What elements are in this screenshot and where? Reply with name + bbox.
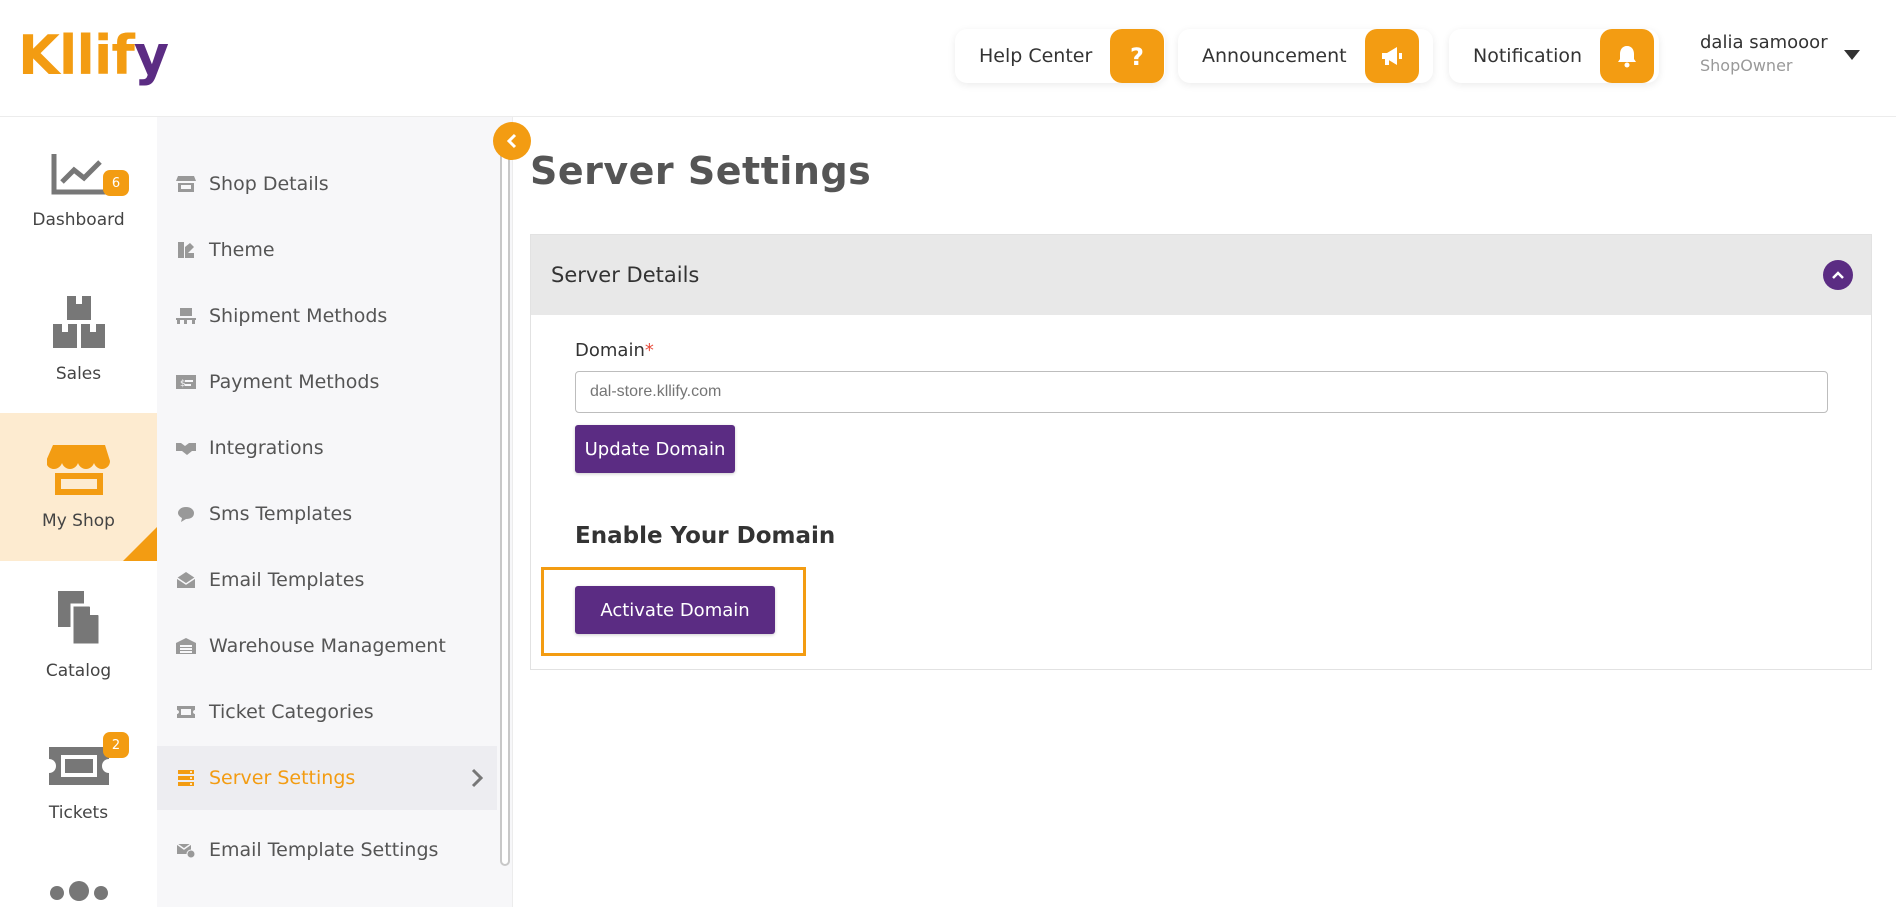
rail-item-more[interactable] [0,857,157,907]
sales-badge: 6 [103,170,129,196]
more-dots-icon [49,881,108,901]
notification-label: Notification [1473,45,1583,67]
rail-item-tickets[interactable]: Tickets 2 [0,709,157,857]
enable-domain-heading: Enable Your Domain [575,523,836,549]
sidebar-scrollbar[interactable] [500,128,510,866]
rail-item-my-shop[interactable]: My Shop [0,413,157,561]
subnav-item-integrations[interactable]: Integrations [157,416,497,480]
help-center-label: Help Center [979,45,1093,67]
boxes-icon [52,296,105,348]
subnav-item-theme[interactable]: Theme [157,218,497,282]
subnav-item-shipment-methods[interactable]: Shipment Methods [157,284,497,348]
update-domain-button[interactable]: Update Domain [575,425,735,473]
active-corner-marker [123,527,157,561]
announcement-button[interactable]: Announcement [1178,29,1433,83]
card-title: Server Details [551,263,700,287]
ticket-small-icon [175,703,197,721]
kllify-logo[interactable]: Kllify [18,26,169,86]
shop-settings-sidebar: Shop Details Theme Shipment Methods $ Pa… [157,117,513,907]
money-check-icon: $ [175,373,197,391]
collapse-card-button[interactable] [1823,260,1853,290]
rail-label: Sales [55,364,102,384]
announcement-label: Announcement [1202,45,1347,67]
subnav-item-email-template-settings[interactable]: Email Template Settings [157,818,497,882]
subnav-item-email-templates[interactable]: Email Templates [157,548,497,612]
top-header: Kllify Help Center ? Announcement Notifi… [0,0,1896,117]
store-small-icon [175,175,197,193]
main-content: Server Settings Server Details Domain* U… [530,117,1896,907]
rail-item-catalog[interactable]: Catalog [0,561,157,709]
chevron-up-icon [1832,271,1844,279]
collapse-sidebar-button[interactable] [493,122,531,160]
rail-item-dashboard[interactable]: Dashboard [0,117,157,265]
mail-settings-icon [175,841,197,859]
subnav-item-ticket-categories[interactable]: Ticket Categories [157,680,497,744]
question-icon: ? [1110,29,1165,83]
server-details-header[interactable]: Server Details [531,235,1871,315]
rail-label: Dashboard [32,210,125,230]
activate-domain-button[interactable]: Activate Domain [575,586,775,634]
palette-icon [175,241,197,259]
rail-label: Tickets [48,803,109,823]
subnav-item-shop-details[interactable]: Shop Details [157,152,497,216]
rail-label: Catalog [45,661,112,681]
ticket-icon [48,747,109,785]
server-details-card: Server Details Domain* Update Domain Ena… [530,234,1872,670]
subnav-item-warehouse-management[interactable]: Warehouse Management [157,614,497,678]
chevron-right-icon [471,768,484,792]
tickets-badge: 2 [103,732,129,758]
domain-label: Domain* [575,340,654,361]
server-icon [175,769,197,787]
domain-input[interactable] [575,371,1828,413]
rail-item-sales[interactable]: Sales 6 [0,170,157,413]
rail-label: My Shop [42,511,115,531]
required-mark: * [644,340,654,361]
caret-down-icon[interactable] [1844,50,1860,60]
chart-line-icon [51,154,106,195]
user-menu[interactable]: dalia samooor ShopOwner [1700,32,1880,75]
handshake-icon [175,439,197,457]
subnav-item-server-settings[interactable]: Server Settings [157,746,497,810]
bullhorn-icon [1364,29,1419,83]
sms-icon [175,505,197,523]
pallet-icon [175,307,197,325]
help-center-button[interactable]: Help Center ? [955,29,1165,83]
page-title: Server Settings [530,149,872,193]
subnav-item-sms-templates[interactable]: Sms Templates [157,482,497,546]
chevron-left-icon [506,133,517,149]
bell-icon [1600,29,1655,83]
notification-button[interactable]: Notification [1449,29,1659,83]
warehouse-icon [175,637,197,655]
subnav-item-payment-methods[interactable]: $ Payment Methods [157,350,497,414]
svg-text:$: $ [180,379,186,389]
envelope-open-icon [175,571,197,589]
store-icon [46,445,110,495]
main-nav-rail: Dashboard Sales 6 My Shop Catalog Ticket… [0,117,157,907]
svg-text:?: ? [1130,43,1144,69]
copy-icon [57,591,101,647]
